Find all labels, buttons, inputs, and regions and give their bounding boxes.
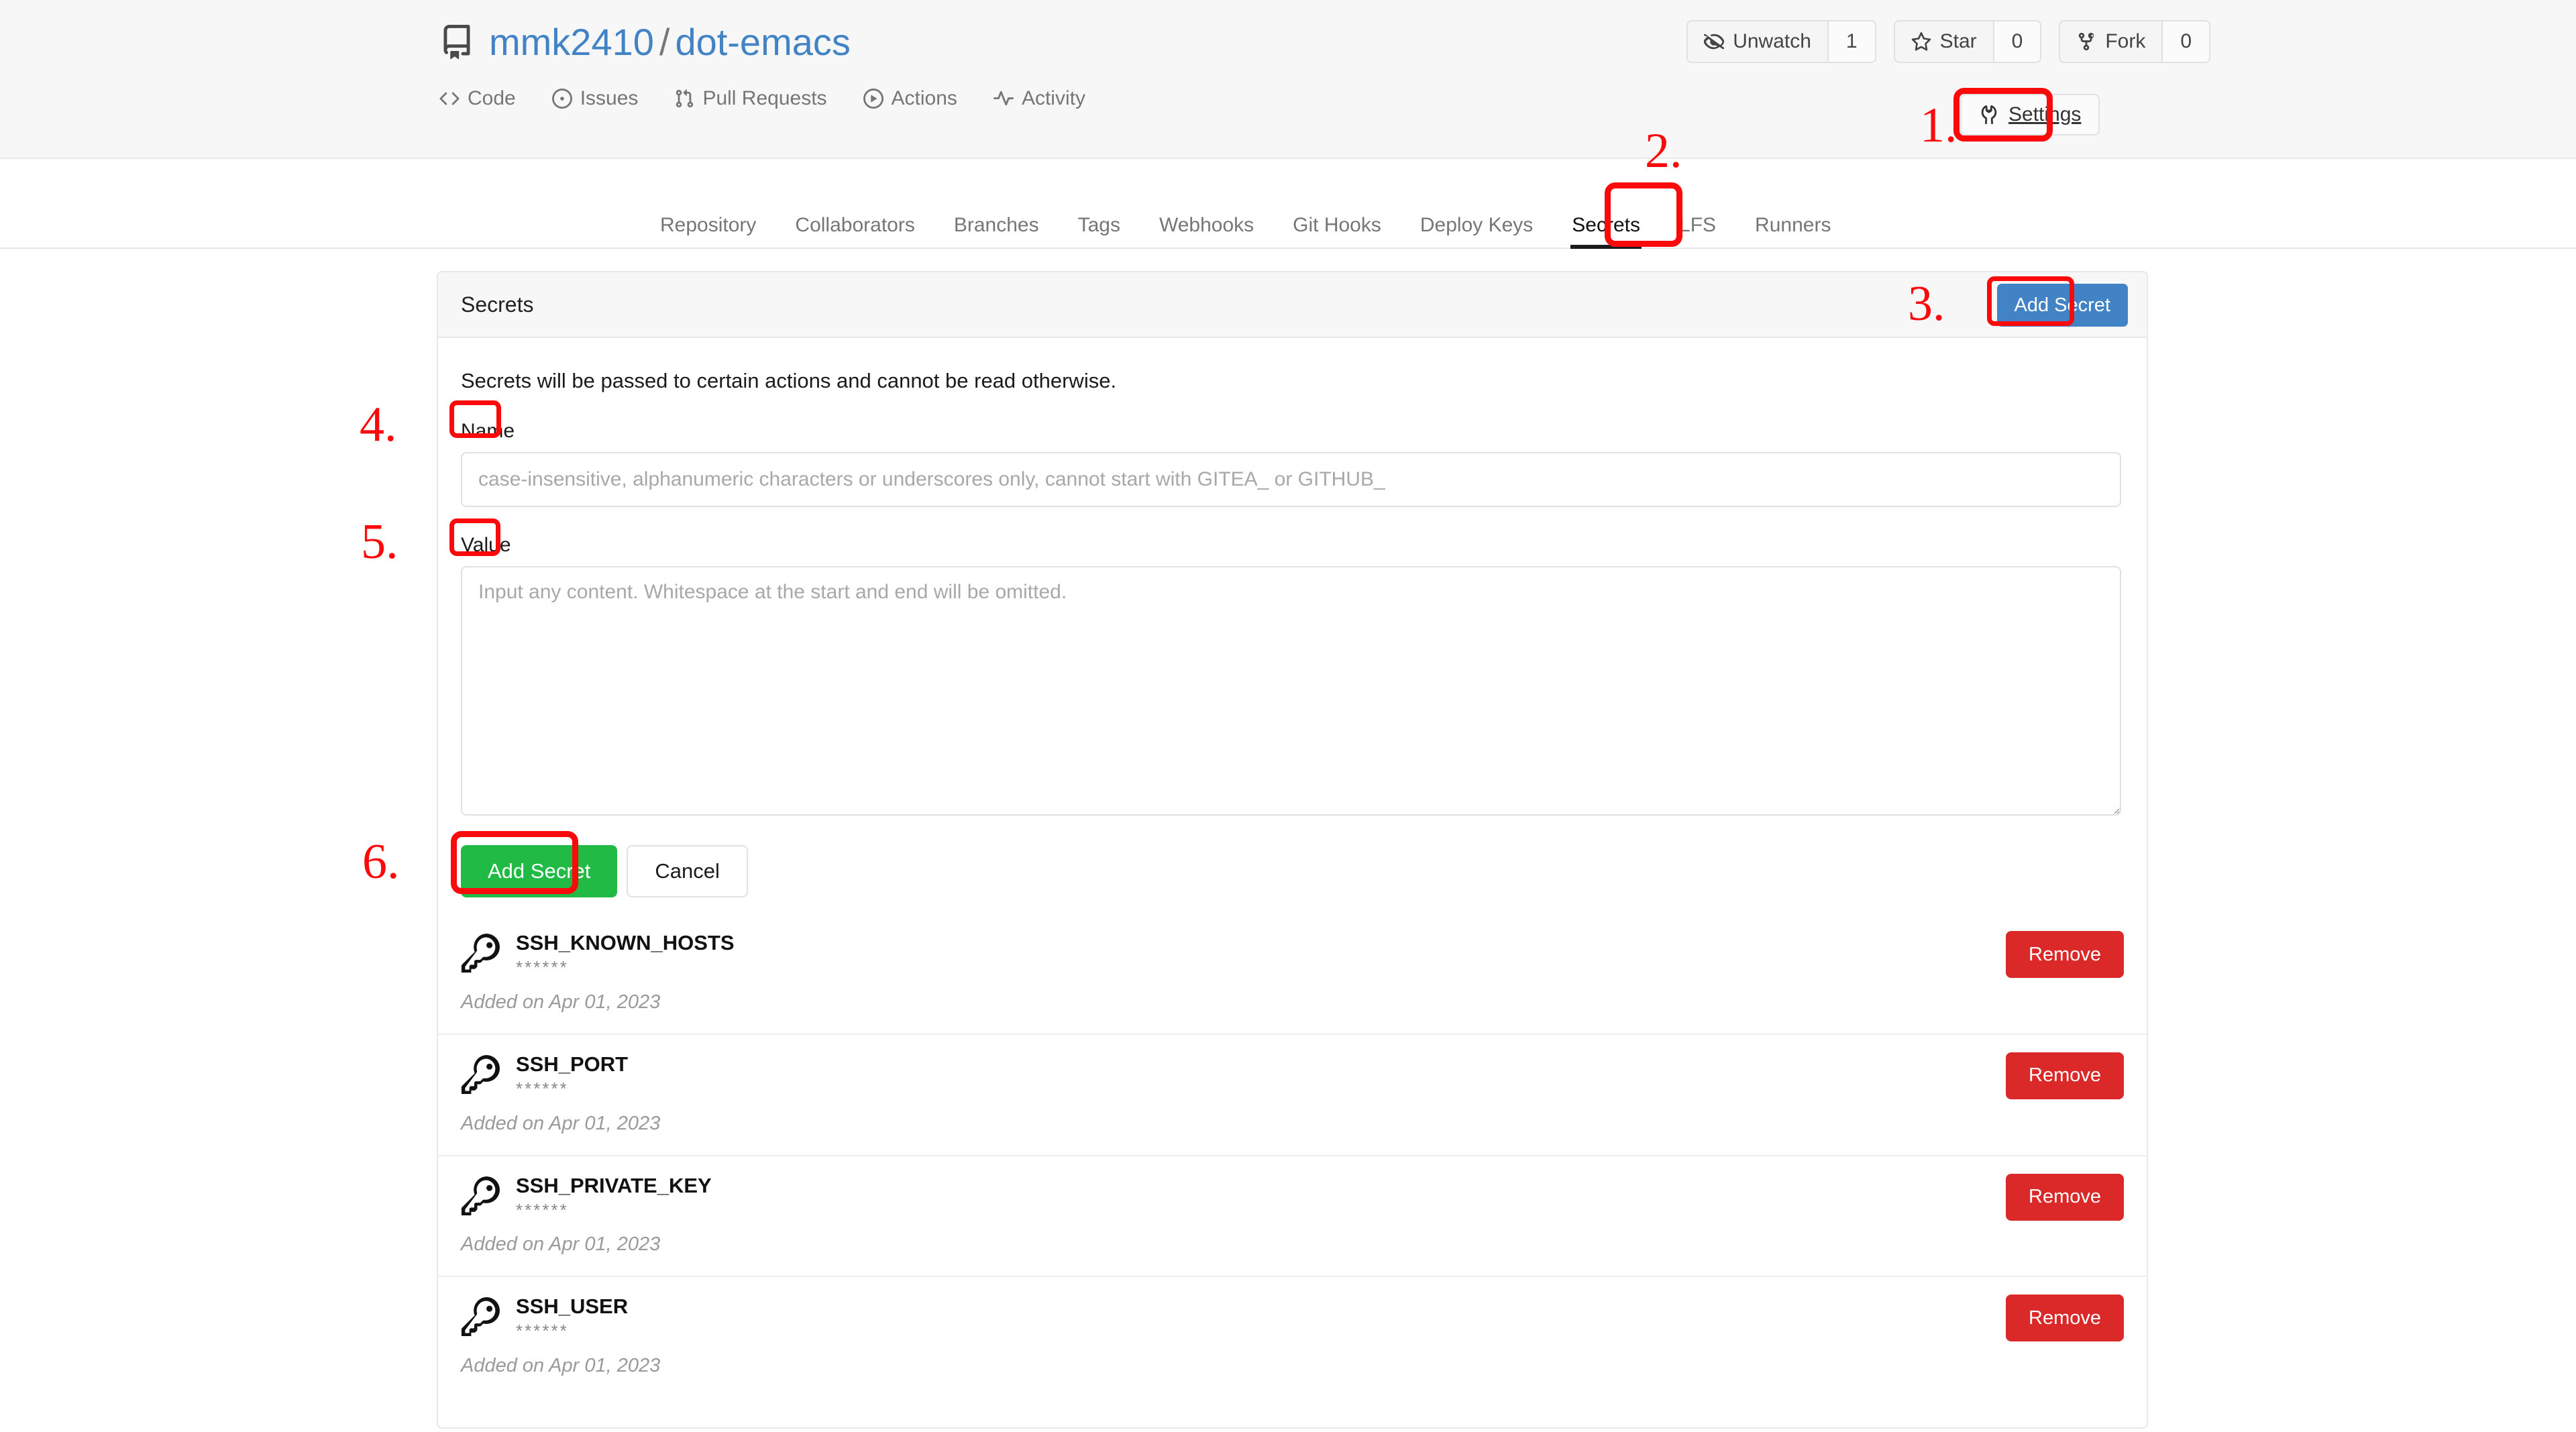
remove-button[interactable]: Remove [2006,1295,2124,1342]
settings-subnav: Repository Collaborators Branches Tags W… [0,160,2576,249]
nav-label-actions: Actions [891,87,957,109]
secrets-panel-header: Secrets Add Secret [438,272,2147,338]
secret-masked-value: ****** [516,957,569,977]
star-button-label-group[interactable]: Star [1895,21,1993,62]
remove-button[interactable]: Remove [2006,1173,2124,1221]
name-label: Name [461,420,515,442]
star-button[interactable]: Star 0 [1893,20,2042,63]
secret-added-date: Added on Apr 01, 2023 [461,1112,661,1134]
add-secret-header-button[interactable]: Add Secret [1996,284,2128,327]
settings-tab-tags[interactable]: Tags [1059,214,1140,249]
secret-added-date: Added on Apr 01, 2023 [461,1233,661,1256]
pulse-icon [993,89,1014,109]
settings-tab-secrets[interactable]: Secrets [1552,214,1660,249]
watch-count[interactable]: 1 [1827,21,1875,62]
secret-name: SSH_USER [516,1295,629,1319]
table-row: SSH_PORT ****** Added on Apr 01, 2023 Re… [438,1033,2147,1155]
settings-tab-webhooks[interactable]: Webhooks [1140,214,1273,249]
unwatch-label: Unwatch [1733,30,1811,52]
secret-masked-value: ****** [516,1078,569,1099]
key-icon [461,931,500,976]
eye-closed-icon [1704,32,1725,52]
secret-value-textarea[interactable] [461,566,2121,816]
fork-icon [2076,32,2096,52]
code-icon [439,89,460,109]
settings-button-label: Settings [2008,103,2082,125]
nav-item-actions[interactable]: Actions [863,87,957,114]
add-secret-submit-button[interactable]: Add Secret [461,845,618,897]
remove-button[interactable]: Remove [2006,931,2124,978]
repo-title: mmk2410 / dot-emacs [439,20,851,64]
settings-tab-runners[interactable]: Runners [1735,214,1850,249]
value-label: Value [461,534,511,556]
secrets-list: SSH_KNOWN_HOSTS ****** Added on Apr 01, … [438,914,2147,1397]
annotation-number-5: 5. [361,514,398,569]
secret-name: SSH_KNOWN_HOSTS [516,931,735,954]
settings-tab-collaborators[interactable]: Collaborators [775,214,934,249]
cancel-button[interactable]: Cancel [627,845,748,897]
nav-item-issues[interactable]: Issues [551,87,639,114]
secrets-panel-body: Secrets will be passed to certain action… [438,338,2147,1397]
wrench-icon [1979,105,1999,125]
secret-name: SSH_PRIVATE_KEY [516,1173,712,1197]
repo-name-link[interactable]: dot-emacs [675,20,850,64]
nav-label-issues: Issues [580,87,639,109]
nav-label-pull-requests: Pull Requests [702,87,827,109]
secret-added-date: Added on Apr 01, 2023 [461,991,661,1013]
issue-opened-icon [551,89,572,109]
fork-button[interactable]: Fork 0 [2059,20,2210,63]
table-row: SSH_KNOWN_HOSTS ****** Added on Apr 01, … [438,914,2147,1034]
nav-item-pull-requests[interactable]: Pull Requests [674,87,827,114]
settings-tab-git-hooks[interactable]: Git Hooks [1273,214,1401,249]
add-secret-form: Name Value Add Secret Cancel [438,420,2147,904]
secret-masked-value: ****** [516,1199,569,1220]
repo-book-icon [439,23,474,61]
fork-button-label-group[interactable]: Fork [2060,21,2161,62]
repo-header: mmk2410 / dot-emacs Unwatch 1 Star 0 For… [0,0,2576,159]
secret-name-input[interactable] [461,452,2121,507]
fork-count[interactable]: 0 [2161,21,2209,62]
repo-primary-nav: Code Issues Pull Requests Actions Activi [439,87,1085,114]
play-circle-icon [863,89,883,109]
secret-added-date: Added on Apr 01, 2023 [461,1355,661,1377]
unwatch-button[interactable]: Unwatch 1 [1686,20,1876,63]
nav-label-code: Code [468,87,516,109]
nav-item-code[interactable]: Code [439,87,516,114]
remove-button[interactable]: Remove [2006,1052,2124,1099]
fork-label: Fork [2105,30,2146,52]
nav-label-activity: Activity [1021,87,1085,109]
repo-action-buttons: Unwatch 1 Star 0 Fork 0 [1686,20,2210,63]
git-pull-request-icon [674,89,694,109]
settings-button[interactable]: Settings [1960,94,2100,135]
settings-tab-repository[interactable]: Repository [641,214,775,249]
settings-tab-branches[interactable]: Branches [934,214,1059,249]
table-row: SSH_PRIVATE_KEY ****** Added on Apr 01, … [438,1154,2147,1276]
secret-name: SSH_PORT [516,1052,629,1076]
settings-tab-deploy-keys[interactable]: Deploy Keys [1401,214,1552,249]
table-row: SSH_USER ****** Added on Apr 01, 2023 Re… [438,1276,2147,1397]
star-icon [1911,32,1931,52]
unwatch-button-label-group[interactable]: Unwatch [1688,21,1827,62]
nav-item-activity[interactable]: Activity [993,87,1085,114]
annotation-number-6: 6. [362,834,400,889]
panel-title: Secrets [461,292,534,317]
annotation-number-4: 4. [360,397,397,452]
settings-tab-lfs[interactable]: LFS [1660,214,1735,249]
key-icon [461,1295,500,1339]
key-icon [461,1174,500,1219]
secret-masked-value: ****** [516,1321,569,1341]
secrets-panel: Secrets Add Secret Secrets will be passe… [437,271,2148,1429]
repo-breadcrumb: mmk2410 / dot-emacs [489,20,851,64]
repo-owner-link[interactable]: mmk2410 [489,20,654,64]
breadcrumb-separator: / [659,21,670,63]
star-count[interactable]: 0 [1992,21,2041,62]
key-icon [461,1052,500,1097]
form-action-buttons: Add Secret Cancel [461,845,2124,904]
star-label: Star [1939,30,1977,52]
secrets-description: Secrets will be passed to certain action… [461,369,1117,392]
